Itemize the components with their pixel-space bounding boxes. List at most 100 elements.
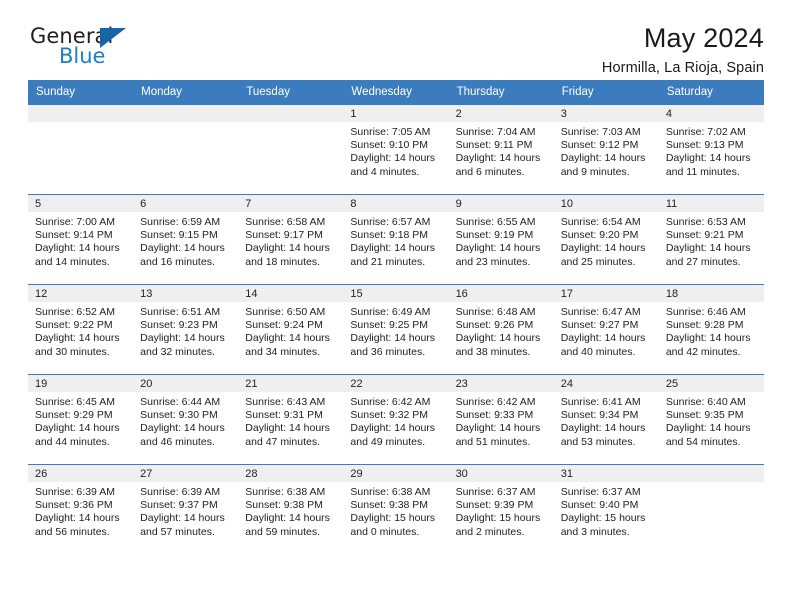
calendar-day-cell[interactable]: 2 Sunrise: 7:04 AM Sunset: 9:11 PM Daylight…: [448, 104, 554, 195]
calendar-day-cell[interactable]: 29 Sunrise: 6:38 AM Sunset: 9:38 PM Dayligh…: [343, 464, 449, 555]
calendar-day-cell-empty: [133, 104, 239, 195]
calendar-day-cell[interactable]: 12 Sunrise: 6:52 AM Sunset: 9:22 PM Dayligh…: [28, 284, 134, 375]
calendar-day-cell[interactable]: 25 Sunrise: 6:40 AM Sunset: 9:35 PM Dayligh…: [658, 374, 764, 465]
daylight-duration-line1: Daylight: 15 hours: [455, 512, 541, 525]
calendar-day-cell[interactable]: 21 Sunrise: 6:43 AM Sunset: 9:31 PM Dayligh…: [238, 374, 344, 465]
calendar-day-cell[interactable]: 19 Sunrise: 6:45 AM Sunset: 9:29 PM Dayligh…: [28, 374, 134, 465]
day-cell-inner: 15 Sunrise: 6:49 AM Sunset: 9:25 PM Dayligh…: [343, 285, 449, 374]
sunset-time: Sunset: 9:36 PM: [35, 499, 113, 512]
calendar-day-cell[interactable]: 26 Sunrise: 6:39 AM Sunset: 9:36 PM Dayligh…: [28, 464, 134, 555]
daylight-duration-line1: Daylight: 14 hours: [350, 332, 436, 345]
daylight-duration-line2: and 56 minutes.: [35, 525, 110, 538]
daylight-duration-line1: Daylight: 14 hours: [560, 422, 646, 435]
calendar-day-cell-empty: [238, 104, 344, 195]
day-cell-inner: 11 Sunrise: 6:53 AM Sunset: 9:21 PM Dayligh…: [658, 195, 764, 284]
day-cell-inner: 12 Sunrise: 6:52 AM Sunset: 9:22 PM Dayligh…: [28, 285, 134, 374]
sunset-time: Sunset: 9:22 PM: [35, 319, 113, 332]
calendar-page: General Blue May 2024 Hormilla, La Rioja…: [0, 0, 792, 612]
day-cell-details: Sunrise: 6:40 AM Sunset: 9:35 PM Daylight:…: [659, 392, 764, 449]
day-cell-details: Sunrise: 6:50 AM Sunset: 9:24 PM Daylight:…: [238, 302, 343, 359]
calendar-day-cell[interactable]: 10 Sunrise: 6:54 AM Sunset: 9:20 PM Dayligh…: [553, 194, 659, 285]
day-number: 29: [343, 465, 449, 482]
sunset-time: Sunset: 9:14 PM: [35, 229, 113, 242]
calendar-day-cell[interactable]: 23 Sunrise: 6:42 AM Sunset: 9:33 PM Dayligh…: [448, 374, 554, 465]
calendar-day-cell[interactable]: 22 Sunrise: 6:42 AM Sunset: 9:32 PM Dayligh…: [343, 374, 449, 465]
day-number: 18: [658, 285, 764, 302]
sunrise-time: Sunrise: 6:44 AM: [140, 396, 221, 408]
day-number: 4: [658, 105, 764, 122]
day-cell-inner: [658, 465, 764, 555]
calendar-day-cell[interactable]: 9 Sunrise: 6:55 AM Sunset: 9:19 PM Daylight…: [448, 194, 554, 285]
weekday-header-row: Sunday Monday Tuesday Wednesday Thursday…: [28, 80, 764, 105]
day-cell-details: Sunrise: 6:38 AM Sunset: 9:38 PM Daylight:…: [238, 482, 343, 539]
sunset-time: Sunset: 9:38 PM: [245, 499, 323, 512]
day-cell-details: Sunrise: 6:51 AM Sunset: 9:23 PM Daylight:…: [133, 302, 238, 359]
day-number: 16: [448, 285, 554, 302]
daylight-duration-line2: and 44 minutes.: [35, 435, 110, 448]
calendar-day-cell[interactable]: 8 Sunrise: 6:57 AM Sunset: 9:18 PM Daylight…: [343, 194, 449, 285]
calendar-day-cell[interactable]: 27 Sunrise: 6:39 AM Sunset: 9:37 PM Dayligh…: [133, 464, 239, 555]
day-cell-inner: 27 Sunrise: 6:39 AM Sunset: 9:37 PM Dayligh…: [133, 465, 239, 555]
calendar-day-cell[interactable]: 13 Sunrise: 6:51 AM Sunset: 9:23 PM Dayligh…: [133, 284, 239, 375]
calendar-day-cell[interactable]: 17 Sunrise: 6:47 AM Sunset: 9:27 PM Dayligh…: [553, 284, 659, 375]
daylight-duration-line1: Daylight: 15 hours: [560, 512, 646, 525]
day-cell-details: Sunrise: 6:43 AM Sunset: 9:31 PM Daylight:…: [238, 392, 343, 449]
day-cell-inner: 5 Sunrise: 7:00 AM Sunset: 9:14 PM Daylight…: [28, 195, 134, 284]
daylight-duration-line1: Daylight: 14 hours: [455, 242, 541, 255]
sunset-time: Sunset: 9:30 PM: [140, 409, 218, 422]
day-cell-details: Sunrise: 6:39 AM Sunset: 9:37 PM Daylight:…: [133, 482, 238, 539]
daylight-duration-line1: Daylight: 14 hours: [560, 242, 646, 255]
sunset-time: Sunset: 9:24 PM: [245, 319, 323, 332]
day-cell-details: Sunrise: 6:57 AM Sunset: 9:18 PM Daylight:…: [343, 212, 448, 269]
sunrise-time: Sunrise: 6:43 AM: [245, 396, 326, 408]
day-cell-inner: 3 Sunrise: 7:03 AM Sunset: 9:12 PM Daylight…: [553, 105, 659, 194]
daylight-duration-line2: and 32 minutes.: [140, 345, 215, 358]
weekday-header-saturday: Saturday: [658, 80, 764, 105]
daylight-duration-line2: and 30 minutes.: [35, 345, 110, 358]
sunrise-time: Sunrise: 6:59 AM: [140, 216, 221, 228]
calendar-day-cell[interactable]: 6 Sunrise: 6:59 AM Sunset: 9:15 PM Daylight…: [133, 194, 239, 285]
daylight-duration-line2: and 42 minutes.: [665, 345, 741, 358]
calendar-day-cell[interactable]: 14 Sunrise: 6:50 AM Sunset: 9:24 PM Dayligh…: [238, 284, 344, 375]
sunrise-time: Sunrise: 6:40 AM: [665, 396, 746, 408]
sunrise-time: Sunrise: 6:57 AM: [350, 216, 431, 228]
calendar-week-row: 19 Sunrise: 6:45 AM Sunset: 9:29 PM Dayligh…: [28, 374, 764, 465]
day-cell-inner: 14 Sunrise: 6:50 AM Sunset: 9:24 PM Dayligh…: [238, 285, 344, 374]
day-cell-inner: 30 Sunrise: 6:37 AM Sunset: 9:39 PM Dayligh…: [448, 465, 554, 555]
generalblue-logo[interactable]: General Blue: [28, 24, 148, 72]
sunset-time: Sunset: 9:13 PM: [665, 139, 744, 152]
calendar-day-cell[interactable]: 11 Sunrise: 6:53 AM Sunset: 9:21 PM Dayligh…: [658, 194, 764, 285]
calendar-day-cell[interactable]: 15 Sunrise: 6:49 AM Sunset: 9:25 PM Dayligh…: [343, 284, 449, 375]
sunrise-time: Sunrise: 6:37 AM: [455, 486, 536, 498]
calendar-day-cell[interactable]: 30 Sunrise: 6:37 AM Sunset: 9:39 PM Dayligh…: [448, 464, 554, 555]
day-cell-inner: 28 Sunrise: 6:38 AM Sunset: 9:38 PM Dayligh…: [238, 465, 344, 555]
day-cell-inner: 31 Sunrise: 6:37 AM Sunset: 9:40 PM Dayligh…: [553, 465, 659, 555]
sunset-time: Sunset: 9:38 PM: [350, 499, 429, 512]
daylight-duration-line2: and 46 minutes.: [140, 435, 215, 448]
daylight-duration-line2: and 38 minutes.: [455, 345, 531, 358]
calendar-day-cell[interactable]: 3 Sunrise: 7:03 AM Sunset: 9:12 PM Daylight…: [553, 104, 659, 195]
calendar-day-cell[interactable]: 24 Sunrise: 6:41 AM Sunset: 9:34 PM Dayligh…: [553, 374, 659, 465]
calendar-day-cell[interactable]: 28 Sunrise: 6:38 AM Sunset: 9:38 PM Dayligh…: [238, 464, 344, 555]
calendar-week-row: 5 Sunrise: 7:00 AM Sunset: 9:14 PM Daylight…: [28, 194, 764, 285]
day-cell-inner: 7 Sunrise: 6:58 AM Sunset: 9:17 PM Daylight…: [238, 195, 344, 284]
sunset-time: Sunset: 9:27 PM: [560, 319, 639, 332]
sunset-time: Sunset: 9:40 PM: [560, 499, 639, 512]
calendar-day-cell[interactable]: 5 Sunrise: 7:00 AM Sunset: 9:14 PM Daylight…: [28, 194, 134, 285]
day-cell-details: Sunrise: 6:41 AM Sunset: 9:34 PM Daylight:…: [554, 392, 659, 449]
calendar-day-cell[interactable]: 4 Sunrise: 7:02 AM Sunset: 9:13 PM Daylight…: [658, 104, 764, 195]
day-number: 25: [658, 375, 764, 392]
day-cell-details: Sunrise: 7:05 AM Sunset: 9:10 PM Daylight:…: [343, 122, 448, 179]
calendar-day-cell[interactable]: 18 Sunrise: 6:46 AM Sunset: 9:28 PM Dayligh…: [658, 284, 764, 375]
calendar-day-cell[interactable]: 1 Sunrise: 7:05 AM Sunset: 9:10 PM Daylight…: [343, 104, 449, 195]
day-cell-inner: 10 Sunrise: 6:54 AM Sunset: 9:20 PM Dayligh…: [553, 195, 659, 284]
day-number: 30: [448, 465, 554, 482]
day-cell-details: Sunrise: 6:46 AM Sunset: 9:28 PM Daylight:…: [659, 302, 764, 359]
calendar-day-cell[interactable]: 7 Sunrise: 6:58 AM Sunset: 9:17 PM Daylight…: [238, 194, 344, 285]
calendar-day-cell[interactable]: 16 Sunrise: 6:48 AM Sunset: 9:26 PM Dayligh…: [448, 284, 554, 375]
calendar-day-cell[interactable]: 31 Sunrise: 6:37 AM Sunset: 9:40 PM Dayligh…: [553, 464, 659, 555]
daylight-duration-line2: and 51 minutes.: [455, 435, 531, 448]
sunrise-time: Sunrise: 7:03 AM: [560, 126, 641, 138]
calendar-day-cell[interactable]: 20 Sunrise: 6:44 AM Sunset: 9:30 PM Dayligh…: [133, 374, 239, 465]
day-number: 1: [343, 105, 449, 122]
